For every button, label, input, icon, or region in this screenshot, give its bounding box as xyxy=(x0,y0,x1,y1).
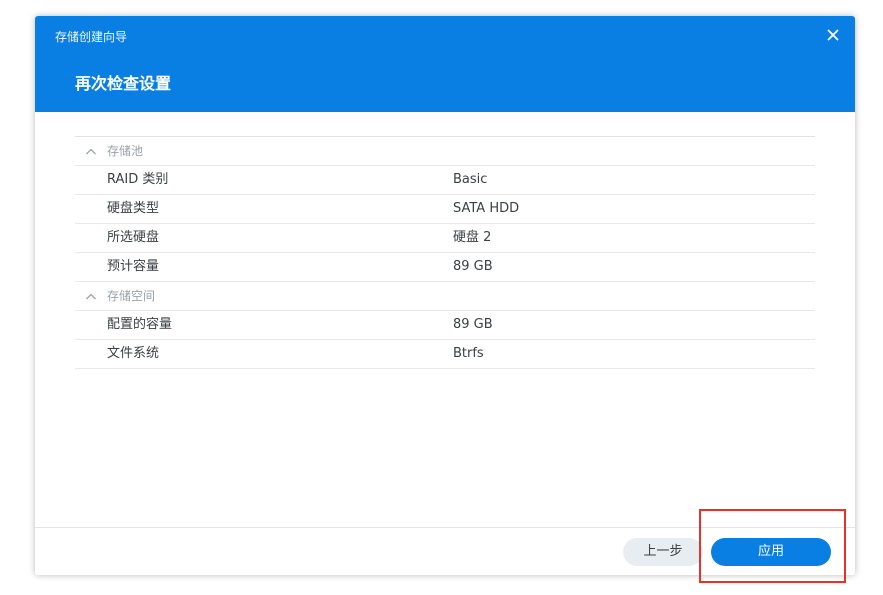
chevron-up-icon xyxy=(86,148,96,155)
row-label: RAID 类别 xyxy=(107,172,169,187)
row-label: 所选硬盘 xyxy=(107,230,160,245)
table-row: 预计容量 89 GB xyxy=(75,253,815,282)
row-label: 文件系统 xyxy=(107,346,160,361)
storage-wizard-dialog: 存储创建向导 再次检查设置 存储池 RAID 类别 Basic 硬盘类型 SAT… xyxy=(35,16,855,575)
row-value: 89 GB xyxy=(453,259,493,274)
page-title: 再次检查设置 xyxy=(75,74,172,93)
summary-table: 存储池 RAID 类别 Basic 硬盘类型 SATA HDD 所选硬盘 硬盘 … xyxy=(75,136,815,369)
row-value: Basic xyxy=(453,172,488,187)
table-row: 配置的容量 89 GB xyxy=(75,311,815,340)
wizard-title: 存储创建向导 xyxy=(55,30,128,44)
section-header-storage-pool[interactable]: 存储池 xyxy=(75,137,815,166)
dialog-header: 存储创建向导 再次检查设置 xyxy=(35,16,855,112)
section-title: 存储空间 xyxy=(107,289,156,303)
chevron-up-icon xyxy=(86,293,96,300)
row-value: Btrfs xyxy=(453,346,484,361)
table-row: RAID 类别 Basic xyxy=(75,166,815,195)
previous-button[interactable]: 上一步 xyxy=(623,538,703,566)
dialog-footer: 上一步 应用 xyxy=(35,527,855,575)
row-label: 配置的容量 xyxy=(107,317,173,332)
row-value: SATA HDD xyxy=(453,201,520,216)
apply-button[interactable]: 应用 xyxy=(711,538,831,566)
close-icon xyxy=(827,29,839,41)
table-row: 所选硬盘 硬盘 2 xyxy=(75,224,815,253)
table-row: 硬盘类型 SATA HDD xyxy=(75,195,815,224)
section-header-storage-volume[interactable]: 存储空间 xyxy=(75,282,815,311)
row-label: 预计容量 xyxy=(107,259,160,274)
row-value: 89 GB xyxy=(453,317,493,332)
row-label: 硬盘类型 xyxy=(107,201,160,216)
section-title: 存储池 xyxy=(107,144,144,158)
close-button[interactable] xyxy=(825,26,841,44)
row-value: 硬盘 2 xyxy=(453,230,492,245)
table-row: 文件系统 Btrfs xyxy=(75,340,815,369)
